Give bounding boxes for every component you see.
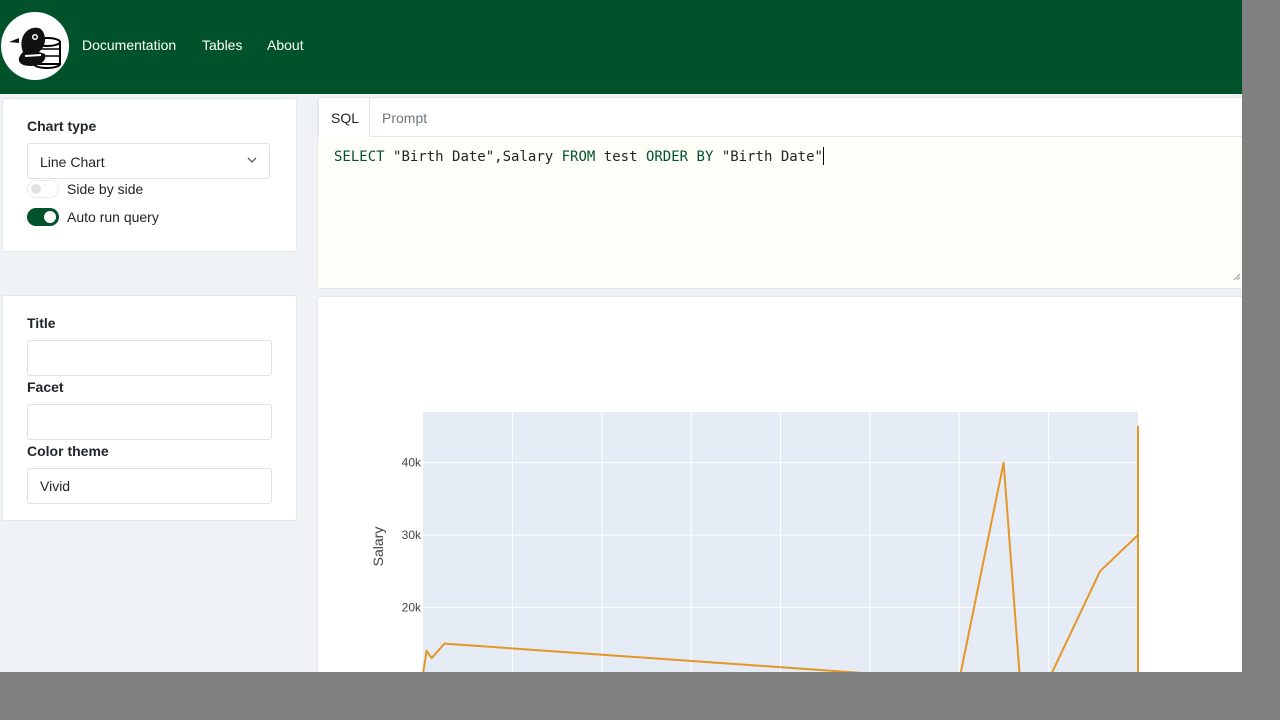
color-theme-input[interactable]: [27, 468, 272, 504]
tab-prompt[interactable]: Prompt: [370, 98, 439, 137]
sql-identifier: "Birth Date": [721, 149, 823, 165]
chevron-down-icon: [245, 153, 259, 170]
chart-type-select[interactable]: Line Chart: [27, 143, 270, 179]
sql-identifier: "Birth Date": [393, 149, 495, 165]
title-label: Title: [27, 315, 56, 331]
sql-query-text: SELECT "Birth Date",Salary FROM test ORD…: [334, 149, 823, 165]
title-input[interactable]: [27, 340, 272, 376]
auto-run-toggle[interactable]: [27, 208, 59, 226]
sql-token: ,: [494, 149, 503, 165]
tab-sql[interactable]: SQL: [318, 98, 370, 137]
chart-options-card: Title Facet Color theme: [2, 295, 297, 521]
nav-link-about[interactable]: About: [267, 37, 304, 53]
y-tick-label: 30k: [402, 528, 422, 542]
sql-editor[interactable]: SELECT "Birth Date",Salary FROM test ORD…: [318, 137, 1242, 288]
y-tick-label: 20k: [402, 600, 422, 614]
sql-keyword: SELECT: [334, 149, 385, 165]
text-caret: [822, 147, 825, 165]
nav-link-documentation[interactable]: Documentation: [82, 37, 176, 53]
auto-run-label: Auto run query: [67, 209, 159, 225]
side-by-side-label: Side by side: [67, 181, 144, 197]
chart-type-label: Chart type: [27, 118, 97, 134]
sql-keyword: ORDER: [645, 149, 689, 165]
sql-token: test: [603, 149, 638, 165]
line-chart[interactable]: 10k20k30k40kSalary: [318, 297, 1242, 672]
editor-tabs: SQL Prompt: [318, 98, 1242, 137]
chart-settings-card: Chart type Line Chart Side by side Auto …: [2, 98, 297, 252]
duck-logo-icon[interactable]: [1, 12, 69, 80]
auto-run-row: Auto run query: [27, 208, 159, 226]
app-window: Documentation Tables About Chart type Li…: [0, 0, 1242, 672]
sql-keyword: FROM: [561, 149, 596, 165]
sql-token: Salary: [502, 149, 554, 165]
facet-input[interactable]: [27, 404, 272, 440]
sql-keyword: BY: [696, 149, 714, 165]
chart-card: 10k20k30k40kSalary: [317, 296, 1242, 672]
color-theme-label: Color theme: [27, 443, 109, 459]
y-tick-label: 40k: [402, 456, 422, 470]
nav-link-tables[interactable]: Tables: [202, 37, 242, 53]
side-by-side-row: Side by side: [27, 180, 143, 198]
resize-handle-icon[interactable]: [1233, 268, 1241, 286]
query-editor-card: SQL Prompt SELECT "Birth Date",Salary FR…: [317, 97, 1242, 289]
facet-label: Facet: [27, 379, 64, 395]
chart-type-value: Line Chart: [40, 154, 105, 170]
side-by-side-toggle[interactable]: [27, 180, 59, 198]
y-axis-label: Salary: [370, 527, 386, 567]
navbar: Documentation Tables About: [0, 0, 1242, 94]
